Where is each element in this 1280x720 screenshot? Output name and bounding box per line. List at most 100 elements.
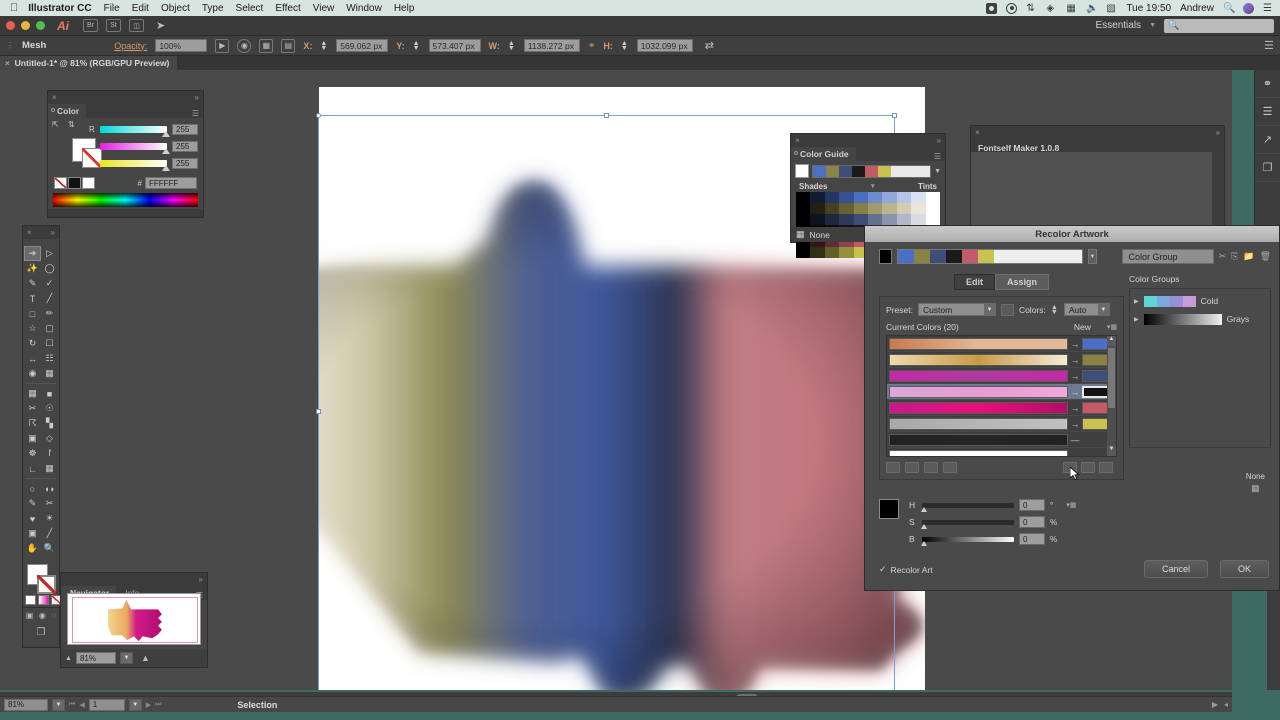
eraser-tool[interactable]: ▢ bbox=[41, 321, 58, 336]
reference-point-icon[interactable]: ▤ bbox=[281, 38, 296, 53]
camera-icon[interactable] bbox=[986, 2, 998, 14]
airplay-icon[interactable]: ▦ bbox=[1066, 3, 1077, 14]
y-input[interactable]: 573.407 px bbox=[428, 39, 481, 52]
share-icon[interactable]: ➤ bbox=[156, 19, 165, 32]
eyedropper-tool[interactable]: ✂ bbox=[24, 401, 41, 416]
color-guide-cell[interactable] bbox=[853, 214, 868, 225]
base-color-swatch[interactable] bbox=[795, 164, 809, 178]
symbol-sprayer-tool[interactable]: ☈ bbox=[24, 416, 41, 431]
sync-icon[interactable]: ⇅ bbox=[1026, 3, 1037, 14]
selected-new-color-swatch[interactable] bbox=[879, 499, 899, 519]
zoom-level-input[interactable]: 81% bbox=[4, 698, 48, 711]
direct-selection-tool[interactable]: ▷ bbox=[41, 246, 58, 261]
harmony-dropdown-icon[interactable]: ▼ bbox=[934, 168, 941, 175]
transparency-icon[interactable]: ◉ bbox=[237, 38, 252, 53]
search-input[interactable]: 🔍 bbox=[1164, 18, 1274, 33]
normal-screen-mode-icon[interactable]: ▣ bbox=[26, 611, 34, 620]
saturation-slider[interactable] bbox=[921, 519, 1014, 529]
menu-type[interactable]: Type bbox=[202, 3, 224, 14]
white-swatch[interactable] bbox=[82, 177, 95, 189]
shape-builder-tool[interactable]: ◉ bbox=[24, 366, 41, 381]
chevron-down-icon[interactable]: ▼ bbox=[983, 304, 995, 315]
current-color-bar[interactable] bbox=[889, 417, 1068, 430]
tab-assign[interactable]: Assign bbox=[994, 274, 1049, 290]
randomize-order-icon[interactable] bbox=[1081, 462, 1095, 473]
clock[interactable]: Tue 19:50 bbox=[1126, 3, 1171, 14]
shield-icon[interactable]: ◈ bbox=[1046, 3, 1057, 14]
edit-colors-icon[interactable]: ▦ bbox=[796, 229, 805, 240]
color-list-scrollbar[interactable]: ▲ ▼ bbox=[1107, 336, 1116, 456]
h-stepper[interactable]: ▲ ▼ bbox=[621, 40, 628, 52]
layers-icon[interactable]: ☰ bbox=[1255, 98, 1280, 126]
color-guide-cell[interactable] bbox=[824, 247, 840, 258]
saturation-input[interactable]: 0 bbox=[1019, 516, 1045, 528]
menu-view[interactable]: View bbox=[313, 3, 335, 14]
control-bar-menu-icon[interactable]: ☰ bbox=[1264, 39, 1274, 52]
collapse-icon[interactable]: » bbox=[1216, 128, 1220, 137]
current-color-bar[interactable] bbox=[889, 369, 1068, 382]
puppet-warp-tool[interactable]: ☸ bbox=[24, 446, 41, 461]
h-input[interactable]: 1032.099 px bbox=[636, 39, 693, 52]
collapse-icon[interactable]: » bbox=[51, 228, 55, 237]
glasses-tool[interactable]: ◖◗ bbox=[41, 481, 58, 496]
expand-triangle-icon[interactable]: ▶ bbox=[1134, 316, 1139, 323]
transform-icon[interactable]: ▦ bbox=[259, 38, 274, 53]
color-row[interactable]: → bbox=[887, 384, 1116, 400]
prev-page-icon[interactable]: ◀ bbox=[79, 701, 84, 709]
harmony-colors[interactable] bbox=[812, 164, 932, 178]
current-color-bar[interactable] bbox=[889, 401, 1068, 414]
cancel-button[interactable]: Cancel bbox=[1143, 560, 1208, 578]
panel-menu-icon[interactable]: ☰ bbox=[192, 109, 203, 118]
arc-tool[interactable]: ↾ bbox=[41, 446, 58, 461]
color-guide-cell[interactable] bbox=[896, 214, 912, 225]
search-icon[interactable]: 🔍 bbox=[1223, 3, 1235, 14]
close-icon[interactable]: × bbox=[52, 93, 57, 102]
color-row[interactable]: → bbox=[887, 336, 1116, 352]
first-page-icon[interactable]: ⏮ bbox=[69, 701, 75, 709]
tab-color-guide[interactable]: Color Guide bbox=[791, 147, 856, 161]
current-color-bar[interactable] bbox=[889, 385, 1068, 398]
color-group-name-input[interactable]: Color Group bbox=[1122, 249, 1214, 264]
opacity-dropdown-icon[interactable]: ▶ bbox=[215, 38, 230, 53]
pen-tool[interactable]: ✎ bbox=[24, 276, 41, 291]
opacity-label[interactable]: Opacity: bbox=[114, 41, 147, 51]
window-controls[interactable] bbox=[6, 21, 45, 30]
line-segment-tool[interactable]: ╱ bbox=[41, 291, 58, 306]
chevron-down-icon[interactable]: ▼ bbox=[1097, 304, 1109, 315]
input-source-icon[interactable]: ▧ bbox=[1106, 3, 1117, 14]
status-extra-icon[interactable]: ◂ bbox=[1224, 700, 1228, 709]
mesh-tool[interactable]: ▦ bbox=[24, 386, 41, 401]
color-row[interactable]: → bbox=[887, 400, 1116, 416]
color-row[interactable]: → bbox=[887, 352, 1116, 368]
crop-tool[interactable]: ▣ bbox=[24, 526, 41, 541]
expand-icon[interactable]: ↗ bbox=[1255, 126, 1280, 154]
change-screen-mode-icon[interactable]: ❐ bbox=[37, 627, 46, 638]
folder-icon[interactable]: 📁 bbox=[1243, 251, 1254, 262]
default-colors-icon[interactable] bbox=[25, 595, 36, 605]
b-slider[interactable] bbox=[100, 160, 170, 171]
current-color-bar[interactable] bbox=[889, 433, 1068, 446]
none-swatch[interactable] bbox=[54, 177, 67, 189]
trash-icon[interactable]: 🗑 bbox=[1260, 251, 1271, 262]
navigator-thumbnail[interactable] bbox=[67, 593, 201, 645]
volume-icon[interactable]: 🔈 bbox=[1086, 3, 1098, 14]
collapse-icon[interactable]: » bbox=[195, 93, 199, 102]
color-guide-cell[interactable] bbox=[896, 203, 912, 214]
panel-menu-icon[interactable]: ☰ bbox=[934, 152, 945, 161]
b-value[interactable]: 255 bbox=[172, 158, 198, 169]
g-value[interactable]: 255 bbox=[172, 141, 198, 152]
chevron-down-icon[interactable]: ▼ bbox=[1149, 22, 1156, 29]
color-guide-cell[interactable] bbox=[839, 192, 854, 203]
w-input[interactable]: 1138.272 px bbox=[523, 39, 580, 52]
blend-tool[interactable]: ☉ bbox=[41, 401, 58, 416]
ellipse-tool[interactable]: ○ bbox=[24, 481, 41, 496]
colors-select[interactable]: Auto ▼ bbox=[1063, 303, 1110, 316]
color-groups-list[interactable]: ▶ Cold ▶ Grays bbox=[1129, 288, 1271, 448]
expand-triangle-icon[interactable]: ▶ bbox=[1134, 298, 1139, 305]
color-guide-cell[interactable] bbox=[853, 192, 868, 203]
bridge-button[interactable]: Br bbox=[83, 19, 98, 32]
preset-select[interactable]: Custom ▼ bbox=[917, 303, 996, 316]
color-guide-cell[interactable] bbox=[911, 214, 926, 225]
brightness-slider[interactable] bbox=[921, 536, 1014, 546]
current-color-bar[interactable] bbox=[889, 449, 1068, 456]
